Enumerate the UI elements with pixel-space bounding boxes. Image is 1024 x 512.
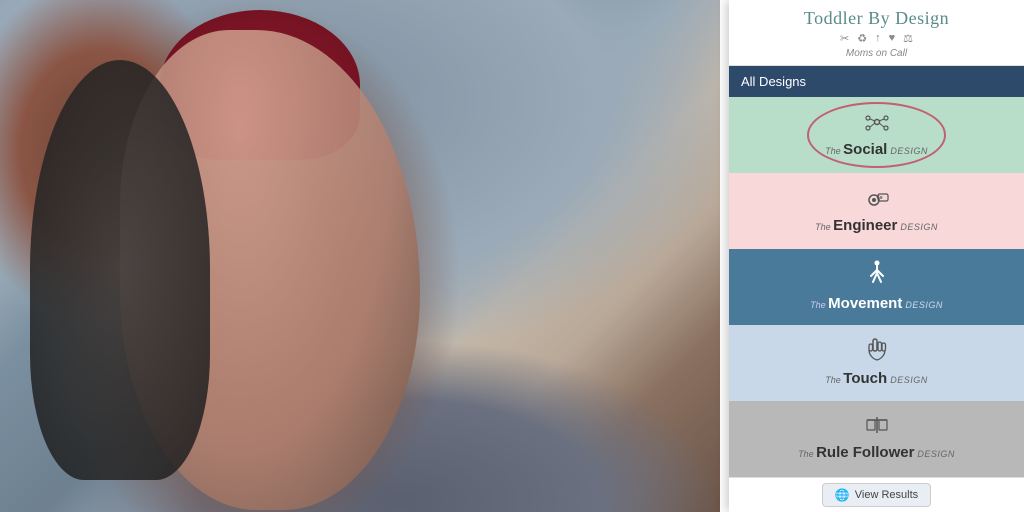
engineer-icon — [863, 186, 891, 214]
app-subtitle: Moms on Call — [741, 48, 1012, 59]
touch-label: The Touch Design — [825, 369, 927, 389]
engineer-suffix: Design — [897, 222, 938, 232]
touch-suffix: Design — [887, 375, 928, 385]
movement-label: The Movement Design — [810, 294, 943, 314]
touch-the: The — [825, 375, 843, 385]
design-item-touch[interactable]: The Touch Design — [729, 325, 1024, 401]
rule-the: The — [798, 449, 816, 459]
social-the: The — [825, 146, 843, 156]
design-item-movement[interactable]: The Movement Design — [729, 249, 1024, 325]
all-designs-label: All Designs — [741, 74, 806, 89]
recycle-icon: ♻ — [857, 32, 867, 45]
rule-suffix: Design — [914, 449, 955, 459]
movement-the: The — [810, 300, 828, 310]
touch-main: Touch — [843, 370, 887, 387]
scales-top-icon: ⚖ — [903, 32, 913, 45]
engineer-the: The — [815, 222, 833, 232]
view-results-button[interactable]: 🌐 View Results — [822, 483, 931, 507]
app-title: Toddler By Design — [741, 8, 1012, 29]
rule-main: Rule Follower — [816, 444, 914, 461]
rule-icon — [863, 415, 891, 441]
touch-icon — [865, 337, 889, 367]
movement-main: Movement — [828, 295, 902, 312]
right-panel: Toddler By Design ✂ ♻ ↑ ♥ ⚖ Moms on Call… — [729, 0, 1024, 512]
engineer-main: Engineer — [833, 217, 897, 234]
app-icon-bar: ✂ ♻ ↑ ♥ ⚖ — [741, 32, 1012, 45]
heart-icon: ♥ — [889, 32, 896, 45]
design-item-engineer[interactable]: The Engineer Design — [729, 173, 1024, 249]
design-item-social[interactable]: The Social Design — [729, 97, 1024, 173]
engineer-label: The Engineer Design — [815, 216, 938, 236]
view-results-label: View Results — [855, 489, 918, 501]
design-list: The Social Design The Engineer Design — [729, 97, 1024, 477]
app-header: Toddler By Design ✂ ♻ ↑ ♥ ⚖ Moms on Call — [729, 0, 1024, 66]
all-designs-bar[interactable]: All Designs — [729, 66, 1024, 97]
up-icon: ↑ — [875, 32, 881, 45]
movement-suffix: Design — [902, 300, 943, 310]
social-icon — [863, 110, 891, 138]
social-suffix: Design — [887, 146, 928, 156]
view-results-section: 🌐 View Results — [729, 477, 1024, 512]
social-label: The Social Design — [825, 140, 928, 160]
movement-icon — [866, 260, 888, 292]
rule-label: The Rule Follower Design — [798, 443, 955, 463]
social-selected-oval: The Social Design — [807, 102, 946, 168]
adult-figure — [30, 60, 210, 480]
background-photo — [0, 0, 720, 512]
globe-icon: 🌐 — [835, 488, 850, 502]
social-main: Social — [843, 141, 887, 158]
scissors-icon: ✂ — [840, 32, 849, 45]
design-item-rule[interactable]: The Rule Follower Design — [729, 401, 1024, 477]
